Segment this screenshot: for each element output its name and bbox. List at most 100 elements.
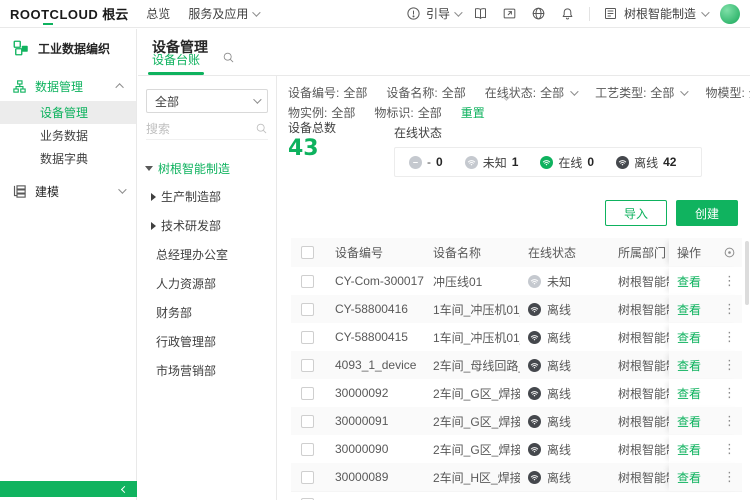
caret-down-icon: [145, 166, 153, 171]
more-actions-icon[interactable]: ⋮: [723, 357, 736, 373]
device-total-value: 43: [288, 136, 336, 162]
status-icon: [528, 443, 541, 456]
row-checkbox[interactable]: [301, 443, 314, 456]
more-actions-icon[interactable]: ⋮: [723, 413, 736, 429]
tab-device-ledger[interactable]: 设备台账: [152, 51, 200, 75]
row-checkbox[interactable]: [301, 359, 314, 372]
org-switcher[interactable]: 树根智能制造: [603, 5, 707, 22]
tree-nodes: 生产制造部 技术研发部 总经理办公室 人力资源部 财务部 行政管理部 市场营销部: [138, 182, 276, 385]
tree-node[interactable]: 总经理办公室: [138, 240, 276, 269]
sidebar-collapse-button[interactable]: [0, 481, 137, 497]
sidebar-subitem[interactable]: 业务数据: [0, 124, 136, 147]
filter-item[interactable]: 物标识: 全部: [374, 104, 441, 121]
table-row[interactable]: 30000092 2车间_G区_焊接... 离线 树根智能制造 查看 ⋮: [291, 379, 742, 407]
view-link[interactable]: 查看: [677, 301, 701, 318]
chevron-down-icon: [253, 95, 261, 103]
online-status-label: 在线状态: [394, 124, 702, 141]
table-row[interactable]: 30000091 2车间_G区_焊接... 离线 树根智能制造 查看 ⋮: [291, 407, 742, 435]
globe-language-icon[interactable]: [531, 6, 547, 22]
view-link[interactable]: 查看: [677, 413, 701, 430]
create-button[interactable]: 创建: [676, 200, 738, 226]
guide-menu[interactable]: 引导: [406, 5, 460, 22]
user-avatar[interactable]: [720, 4, 740, 24]
content-area: 设备编号: 全部 设备名称: 全部 在线状态: 全部 工艺类型: 全部 物模型:…: [278, 76, 750, 500]
table-row[interactable]: 30000090 2车间_G区_焊接... 离线 树根智能制造 查看 ⋮: [291, 435, 742, 463]
row-checkbox[interactable]: [301, 415, 314, 428]
more-actions-icon[interactable]: ⋮: [723, 469, 736, 485]
department-cell: 树根智能制造: [610, 463, 669, 491]
search-icon: [255, 122, 268, 135]
table-row[interactable]: 4093_1_device 2车间_母线回路_... 离线 树根智能制造 查看 …: [291, 351, 742, 379]
more-actions-icon[interactable]: ⋮: [723, 441, 736, 457]
tree-node[interactable]: 人力资源部: [138, 269, 276, 298]
tree-search: [146, 118, 268, 140]
row-checkbox[interactable]: [301, 471, 314, 484]
col-online-status: 在线状态: [520, 238, 610, 267]
import-button[interactable]: 导入: [605, 200, 667, 226]
device-name-cell: 2车间_H区_焊接...: [425, 463, 520, 491]
more-actions-icon[interactable]: ⋮: [723, 301, 736, 317]
tree-node[interactable]: 财务部: [138, 298, 276, 327]
tree-node[interactable]: 行政管理部: [138, 327, 276, 356]
row-checkbox[interactable]: [301, 303, 314, 316]
view-link[interactable]: 查看: [677, 469, 701, 486]
column-settings-icon[interactable]: [723, 246, 736, 259]
device-id-cell: 30000089: [327, 463, 425, 491]
filters-expand-icon[interactable]: [502, 90, 508, 104]
table-row[interactable]: 30000089 2车间_H区_焊接... 离线 树根智能制造 查看 ⋮: [291, 463, 742, 491]
docs-book-icon[interactable]: [473, 6, 489, 22]
tree-search-input[interactable]: [146, 122, 255, 136]
table-row[interactable]: CY-58800416 1车间_冲压机01_... 离线 树根智能制造 查看 ⋮: [291, 295, 742, 323]
device-name-cell: 1车间_冲压机01_...: [425, 295, 520, 323]
row-checkbox[interactable]: [301, 275, 314, 288]
view-link[interactable]: 查看: [677, 329, 701, 346]
more-actions-icon[interactable]: ⋮: [723, 385, 736, 401]
sidebar-subitem[interactable]: 设备管理: [0, 101, 136, 124]
department-cell: 树根智能制造: [610, 407, 669, 435]
col-device-id: 设备编号: [327, 238, 425, 267]
filter-item[interactable]: 工艺类型: 全部: [595, 84, 686, 101]
sidebar-subitem[interactable]: 数据字典: [0, 147, 136, 170]
table-row[interactable]: CY-58800415 1车间_冲压机01_... 离线 树根智能制造 查看 ⋮: [291, 323, 742, 351]
filter-item[interactable]: 设备名称: 全部: [386, 84, 465, 101]
select-all-checkbox[interactable]: [301, 246, 314, 259]
status-legend: - 0 未知 1 在线 0 离线 42: [394, 147, 702, 177]
row-checkbox[interactable]: [301, 387, 314, 400]
table-scrollbar[interactable]: [745, 241, 749, 305]
tree-node[interactable]: 市场营销部: [138, 356, 276, 385]
sidebar-group-modeling[interactable]: 建模: [0, 176, 136, 206]
chevron-down-icon: [701, 8, 709, 16]
view-link[interactable]: 查看: [677, 357, 701, 374]
more-actions-icon[interactable]: ⋮: [723, 273, 736, 289]
reset-filters-button[interactable]: 重置: [461, 104, 485, 121]
nav-overview[interactable]: 总览: [146, 5, 170, 22]
tree-root-node[interactable]: 树根智能制造: [138, 154, 276, 182]
filter-item[interactable]: 在线状态: 全部: [485, 84, 576, 101]
screen-share-icon[interactable]: [502, 6, 518, 22]
row-checkbox[interactable]: [301, 331, 314, 344]
data-management-icon: [12, 79, 27, 94]
device-total-stat: 设备总数 43: [288, 119, 336, 162]
view-link[interactable]: 查看: [677, 385, 701, 402]
tree-node[interactable]: 技术研发部: [138, 211, 276, 240]
more-actions-icon[interactable]: ⋮: [723, 329, 736, 345]
view-link[interactable]: 查看: [677, 273, 701, 290]
tree-filter-select[interactable]: 全部: [146, 89, 268, 113]
modeling-icon: [12, 184, 27, 199]
tree-node[interactable]: 生产制造部: [138, 182, 276, 211]
sidebar-group-data-management[interactable]: 数据管理: [0, 71, 136, 101]
table-row-partial: [291, 491, 742, 500]
table-row[interactable]: CY-Com-300017 冲压线01 未知 树根智能制造 查看 ⋮: [291, 267, 742, 295]
nav-services[interactable]: 服务及应用: [188, 5, 258, 22]
tab-search-icon[interactable]: [222, 51, 235, 75]
table-header: 设备编号 设备名称 在线状态 所属部门 操作: [291, 238, 742, 267]
notification-bell-icon[interactable]: [560, 6, 576, 22]
brand-logo[interactable]: ROOTCLOUD 根云: [10, 4, 128, 23]
chevron-down-icon: [454, 8, 462, 16]
status-icon: [528, 415, 541, 428]
sidebar-subitems: 设备管理 业务数据 数据字典: [0, 101, 136, 170]
device-name-cell: 2车间_G区_焊接...: [425, 407, 520, 435]
filter-item[interactable]: 物模型: 全部: [705, 84, 750, 101]
view-link[interactable]: 查看: [677, 441, 701, 458]
filter-item[interactable]: 设备编号: 全部: [288, 84, 367, 101]
